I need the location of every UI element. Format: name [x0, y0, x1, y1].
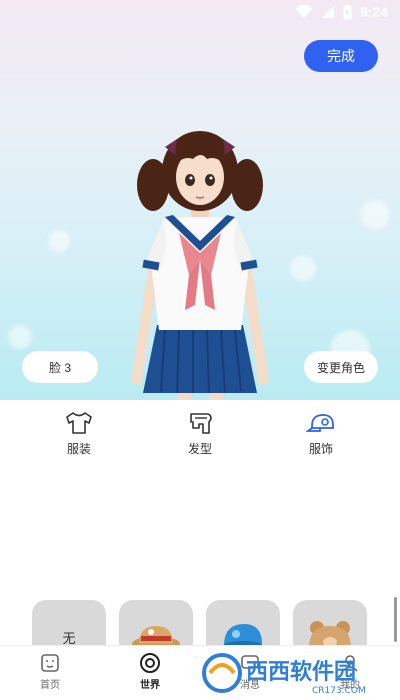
bokeh-light: [48, 230, 70, 252]
item-straw-hat[interactable]: [119, 600, 193, 650]
accessory-items-row: 无: [0, 600, 400, 650]
done-button[interactable]: 完成: [304, 40, 378, 72]
category-tabs: 服装 发型 服饰: [0, 400, 400, 466]
hair-icon: [190, 413, 212, 434]
tab-accessories[interactable]: 服饰: [291, 410, 351, 460]
wifi-icon: [295, 5, 313, 18]
tab-hairstyle[interactable]: 发型: [170, 410, 230, 460]
watermark-text: 西西软件园: [246, 659, 356, 685]
clock: 9:24: [359, 4, 388, 20]
nav-world[interactable]: 世界: [120, 652, 180, 691]
straw-hat-icon: [132, 626, 180, 650]
tab-label: 发型: [187, 442, 212, 456]
status-bar: 9:24: [0, 0, 400, 26]
watermark-subtext: CR173.COM: [312, 686, 366, 696]
nav-label: 首页: [40, 680, 60, 691]
item-none[interactable]: 无: [32, 600, 106, 650]
signal-icon: [321, 6, 334, 18]
character-model: [131, 131, 269, 400]
face-selector-button[interactable]: 脸 3: [22, 351, 98, 383]
site-watermark: 西西软件园 CR173.COM: [202, 653, 366, 696]
scrollbar[interactable]: [394, 597, 397, 642]
shirt-icon: [66, 412, 92, 434]
bear-hat-icon: [309, 621, 351, 648]
tab-label: 服装: [66, 442, 91, 456]
item-blue-cap[interactable]: [206, 600, 280, 650]
bokeh-light: [290, 255, 316, 281]
bokeh-light: [8, 325, 32, 349]
change-role-button[interactable]: 变更角色: [304, 351, 378, 383]
tab-clothing[interactable]: 服装: [49, 410, 109, 460]
blue-cap-icon: [223, 624, 263, 650]
home-icon: [41, 654, 59, 672]
bokeh-light: [360, 200, 390, 230]
nav-home[interactable]: 首页: [20, 652, 80, 691]
nav-label: 世界: [140, 680, 160, 691]
cap-icon: [306, 414, 334, 432]
battery-charging-icon: [343, 4, 352, 20]
world-icon: [140, 653, 160, 673]
item-bear-hat[interactable]: [293, 600, 367, 650]
tab-label: 服饰: [308, 442, 333, 456]
